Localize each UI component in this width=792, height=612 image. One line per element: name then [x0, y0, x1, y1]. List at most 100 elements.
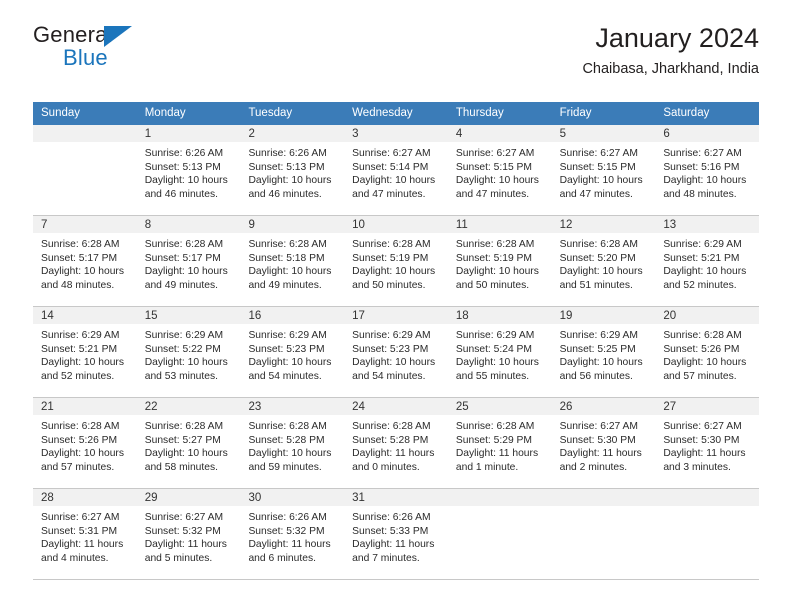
- calendar-day-cell-30[interactable]: 30 Sunrise: 6:26 AM Sunset: 5:32 PM Dayligh…: [240, 489, 345, 579]
- sunrise-text: Sunrise: 6:28 AM: [41, 239, 120, 250]
- calendar-day-cell-15[interactable]: 15 Sunrise: 6:29 AM Sunset: 5:22 PM Dayligh…: [136, 307, 241, 397]
- sunrise-text: Sunrise: 6:28 AM: [144, 421, 224, 432]
- calendar-day-cell-9[interactable]: 9 Sunrise: 6:28 AM Sunset: 5:18 PM Daylight…: [240, 216, 345, 306]
- calendar-day-cell-14[interactable]: 14 Sunrise: 6:29 AM Sunset: 5:21 PM Dayligh…: [33, 307, 137, 397]
- sunrise-text: Sunrise: 6:28 AM: [41, 421, 120, 432]
- sunrise-text: Sunrise: 6:29 AM: [352, 330, 431, 341]
- daylight-text: Daylight: 10 hours: [559, 357, 643, 369]
- sunset-text: Sunset: 5:30 PM: [559, 434, 636, 446]
- day-number: 3: [344, 125, 448, 142]
- day-number: 29: [136, 489, 241, 506]
- calendar-day-cell-empty: [447, 489, 552, 579]
- daylight-text: Daylight: 10 hours: [663, 175, 747, 187]
- calendar-day-cell-10[interactable]: 10 Sunrise: 6:28 AM Sunset: 5:19 PM Dayligh…: [344, 216, 448, 306]
- calendar-day-cell-22[interactable]: 22 Sunrise: 6:28 AM Sunset: 5:27 PM Dayligh…: [136, 398, 241, 488]
- daylight-text: and 46 minutes.: [248, 188, 322, 200]
- day-details: [448, 506, 552, 511]
- weekday-header-tuesday: Tuesday: [248, 107, 293, 119]
- calendar-day-cell-29[interactable]: 29 Sunrise: 6:27 AM Sunset: 5:32 PM Dayligh…: [136, 489, 241, 579]
- calendar-day-cell-2[interactable]: 2 Sunrise: 6:26 AM Sunset: 5:13 PM Daylight…: [240, 125, 345, 215]
- sunset-text: Sunset: 5:23 PM: [352, 343, 429, 355]
- daylight-text: and 58 minutes.: [144, 461, 218, 473]
- sunrise-text: Sunrise: 6:26 AM: [352, 512, 431, 523]
- day-number: [33, 125, 137, 142]
- day-details: Sunrise: 6:28 AM Sunset: 5:19 PM Daylight:…: [448, 233, 552, 292]
- day-number: 19: [551, 307, 656, 324]
- calendar-day-cell-12[interactable]: 12 Sunrise: 6:28 AM Sunset: 5:20 PM Dayligh…: [551, 216, 656, 306]
- daylight-text: and 53 minutes.: [144, 370, 218, 382]
- calendar-day-cell-17[interactable]: 17 Sunrise: 6:29 AM Sunset: 5:23 PM Dayligh…: [344, 307, 448, 397]
- daylight-text: Daylight: 11 hours: [248, 539, 331, 551]
- calendar-day-cell-13[interactable]: 13 Sunrise: 6:29 AM Sunset: 5:21 PM Dayligh…: [655, 216, 760, 306]
- calendar-day-cell-24[interactable]: 24 Sunrise: 6:28 AM Sunset: 5:28 PM Dayligh…: [344, 398, 448, 488]
- daylight-text: Daylight: 10 hours: [455, 357, 539, 369]
- sunset-text: Sunset: 5:20 PM: [559, 252, 636, 264]
- daylight-text: and 5 minutes.: [144, 552, 213, 564]
- daylight-text: and 3 minutes.: [663, 461, 731, 473]
- sunset-text: Sunset: 5:32 PM: [248, 525, 325, 537]
- calendar-day-cell-20[interactable]: 20 Sunrise: 6:28 AM Sunset: 5:26 PM Dayligh…: [655, 307, 760, 397]
- day-details: Sunrise: 6:28 AM Sunset: 5:27 PM Daylight:…: [137, 415, 241, 474]
- general-blue-logo[interactable]: General Blue: [33, 24, 132, 69]
- calendar-day-cell-21[interactable]: 21 Sunrise: 6:28 AM Sunset: 5:26 PM Dayligh…: [33, 398, 137, 488]
- daylight-text: Daylight: 10 hours: [41, 448, 124, 460]
- sunrise-text: Sunrise: 6:27 AM: [352, 148, 431, 159]
- calendar-day-cell-7[interactable]: 7 Sunrise: 6:28 AM Sunset: 5:17 PM Daylight…: [33, 216, 137, 306]
- daylight-text: Daylight: 10 hours: [248, 175, 332, 187]
- calendar-day-cell-25[interactable]: 25 Sunrise: 6:28 AM Sunset: 5:29 PM Dayligh…: [447, 398, 552, 488]
- daylight-text: Daylight: 11 hours: [455, 448, 539, 460]
- sunrise-text: Sunrise: 6:28 AM: [455, 421, 535, 432]
- calendar-week-row: 7 Sunrise: 6:28 AM Sunset: 5:17 PM Daylight…: [33, 216, 760, 307]
- calendar-day-cell-27[interactable]: 27 Sunrise: 6:27 AM Sunset: 5:30 PM Dayligh…: [655, 398, 760, 488]
- sunset-text: Sunset: 5:28 PM: [248, 434, 325, 446]
- calendar-day-cell-28[interactable]: 28 Sunrise: 6:27 AM Sunset: 5:31 PM Dayligh…: [33, 489, 137, 579]
- daylight-text: and 6 minutes.: [248, 552, 316, 564]
- day-details: Sunrise: 6:27 AM Sunset: 5:31 PM Daylight:…: [33, 506, 137, 565]
- sunrise-text: Sunrise: 6:28 AM: [248, 421, 327, 432]
- daylight-text: Daylight: 10 hours: [248, 448, 332, 460]
- daylight-text: and 47 minutes.: [352, 188, 426, 200]
- calendar-day-cell-empty: [551, 489, 656, 579]
- day-details: Sunrise: 6:28 AM Sunset: 5:28 PM Daylight:…: [344, 415, 448, 474]
- calendar-day-cell-11[interactable]: 11 Sunrise: 6:28 AM Sunset: 5:19 PM Dayligh…: [447, 216, 552, 306]
- calendar-day-cell-5[interactable]: 5 Sunrise: 6:27 AM Sunset: 5:15 PM Daylight…: [551, 125, 656, 215]
- calendar-day-cell-8[interactable]: 8 Sunrise: 6:28 AM Sunset: 5:17 PM Daylight…: [136, 216, 241, 306]
- calendar-day-cell-18[interactable]: 18 Sunrise: 6:29 AM Sunset: 5:24 PM Dayligh…: [447, 307, 552, 397]
- sunset-text: Sunset: 5:29 PM: [455, 434, 533, 446]
- sunset-text: Sunset: 5:19 PM: [352, 252, 429, 264]
- sunset-text: Sunset: 5:28 PM: [352, 434, 429, 446]
- sunrise-text: Sunrise: 6:26 AM: [248, 148, 327, 159]
- day-number: 27: [655, 398, 760, 415]
- calendar-day-cell-16[interactable]: 16 Sunrise: 6:29 AM Sunset: 5:23 PM Dayligh…: [240, 307, 345, 397]
- daylight-text: Daylight: 10 hours: [248, 266, 332, 278]
- sunset-text: Sunset: 5:18 PM: [248, 252, 325, 264]
- daylight-text: and 54 minutes.: [248, 370, 322, 382]
- day-details: Sunrise: 6:27 AM Sunset: 5:15 PM Daylight:…: [448, 142, 552, 201]
- sunset-text: Sunset: 5:23 PM: [248, 343, 325, 355]
- sunset-text: Sunset: 5:21 PM: [41, 343, 118, 355]
- sunset-text: Sunset: 5:32 PM: [144, 525, 221, 537]
- day-details: Sunrise: 6:26 AM Sunset: 5:13 PM Daylight:…: [240, 142, 344, 201]
- calendar-day-cell-23[interactable]: 23 Sunrise: 6:28 AM Sunset: 5:28 PM Dayligh…: [240, 398, 345, 488]
- weekday-header-saturday: Saturday: [663, 107, 710, 119]
- weekday-header-wednesday: Wednesday: [352, 107, 413, 119]
- calendar-day-cell-3[interactable]: 3 Sunrise: 6:27 AM Sunset: 5:14 PM Daylight…: [344, 125, 448, 215]
- daylight-text: and 59 minutes.: [248, 461, 322, 473]
- calendar-day-cell-4[interactable]: 4 Sunrise: 6:27 AM Sunset: 5:15 PM Daylight…: [447, 125, 552, 215]
- sunrise-text: Sunrise: 6:29 AM: [663, 239, 742, 250]
- day-number: 22: [136, 398, 241, 415]
- sunrise-text: Sunrise: 6:27 AM: [559, 421, 639, 432]
- daylight-text: Daylight: 10 hours: [663, 357, 747, 369]
- calendar-day-cell-6[interactable]: 6 Sunrise: 6:27 AM Sunset: 5:16 PM Daylight…: [655, 125, 760, 215]
- calendar-day-cell-26[interactable]: 26 Sunrise: 6:27 AM Sunset: 5:30 PM Dayligh…: [551, 398, 656, 488]
- calendar-day-cell-1[interactable]: 1 Sunrise: 6:26 AM Sunset: 5:13 PM Daylight…: [136, 125, 241, 215]
- daylight-text: and 54 minutes.: [352, 370, 426, 382]
- calendar-day-cell-19[interactable]: 19 Sunrise: 6:29 AM Sunset: 5:25 PM Dayligh…: [551, 307, 656, 397]
- daylight-text: Daylight: 10 hours: [559, 175, 643, 187]
- daylight-text: and 0 minutes.: [352, 461, 420, 473]
- calendar-day-cell-31[interactable]: 31 Sunrise: 6:26 AM Sunset: 5:33 PM Dayligh…: [344, 489, 448, 579]
- page-subtitle: Chaibasa, Jharkhand, India: [582, 61, 759, 78]
- day-details: Sunrise: 6:29 AM Sunset: 5:21 PM Daylight:…: [33, 324, 137, 383]
- sunset-text: Sunset: 5:13 PM: [144, 161, 221, 173]
- daylight-text: and 47 minutes.: [455, 188, 530, 200]
